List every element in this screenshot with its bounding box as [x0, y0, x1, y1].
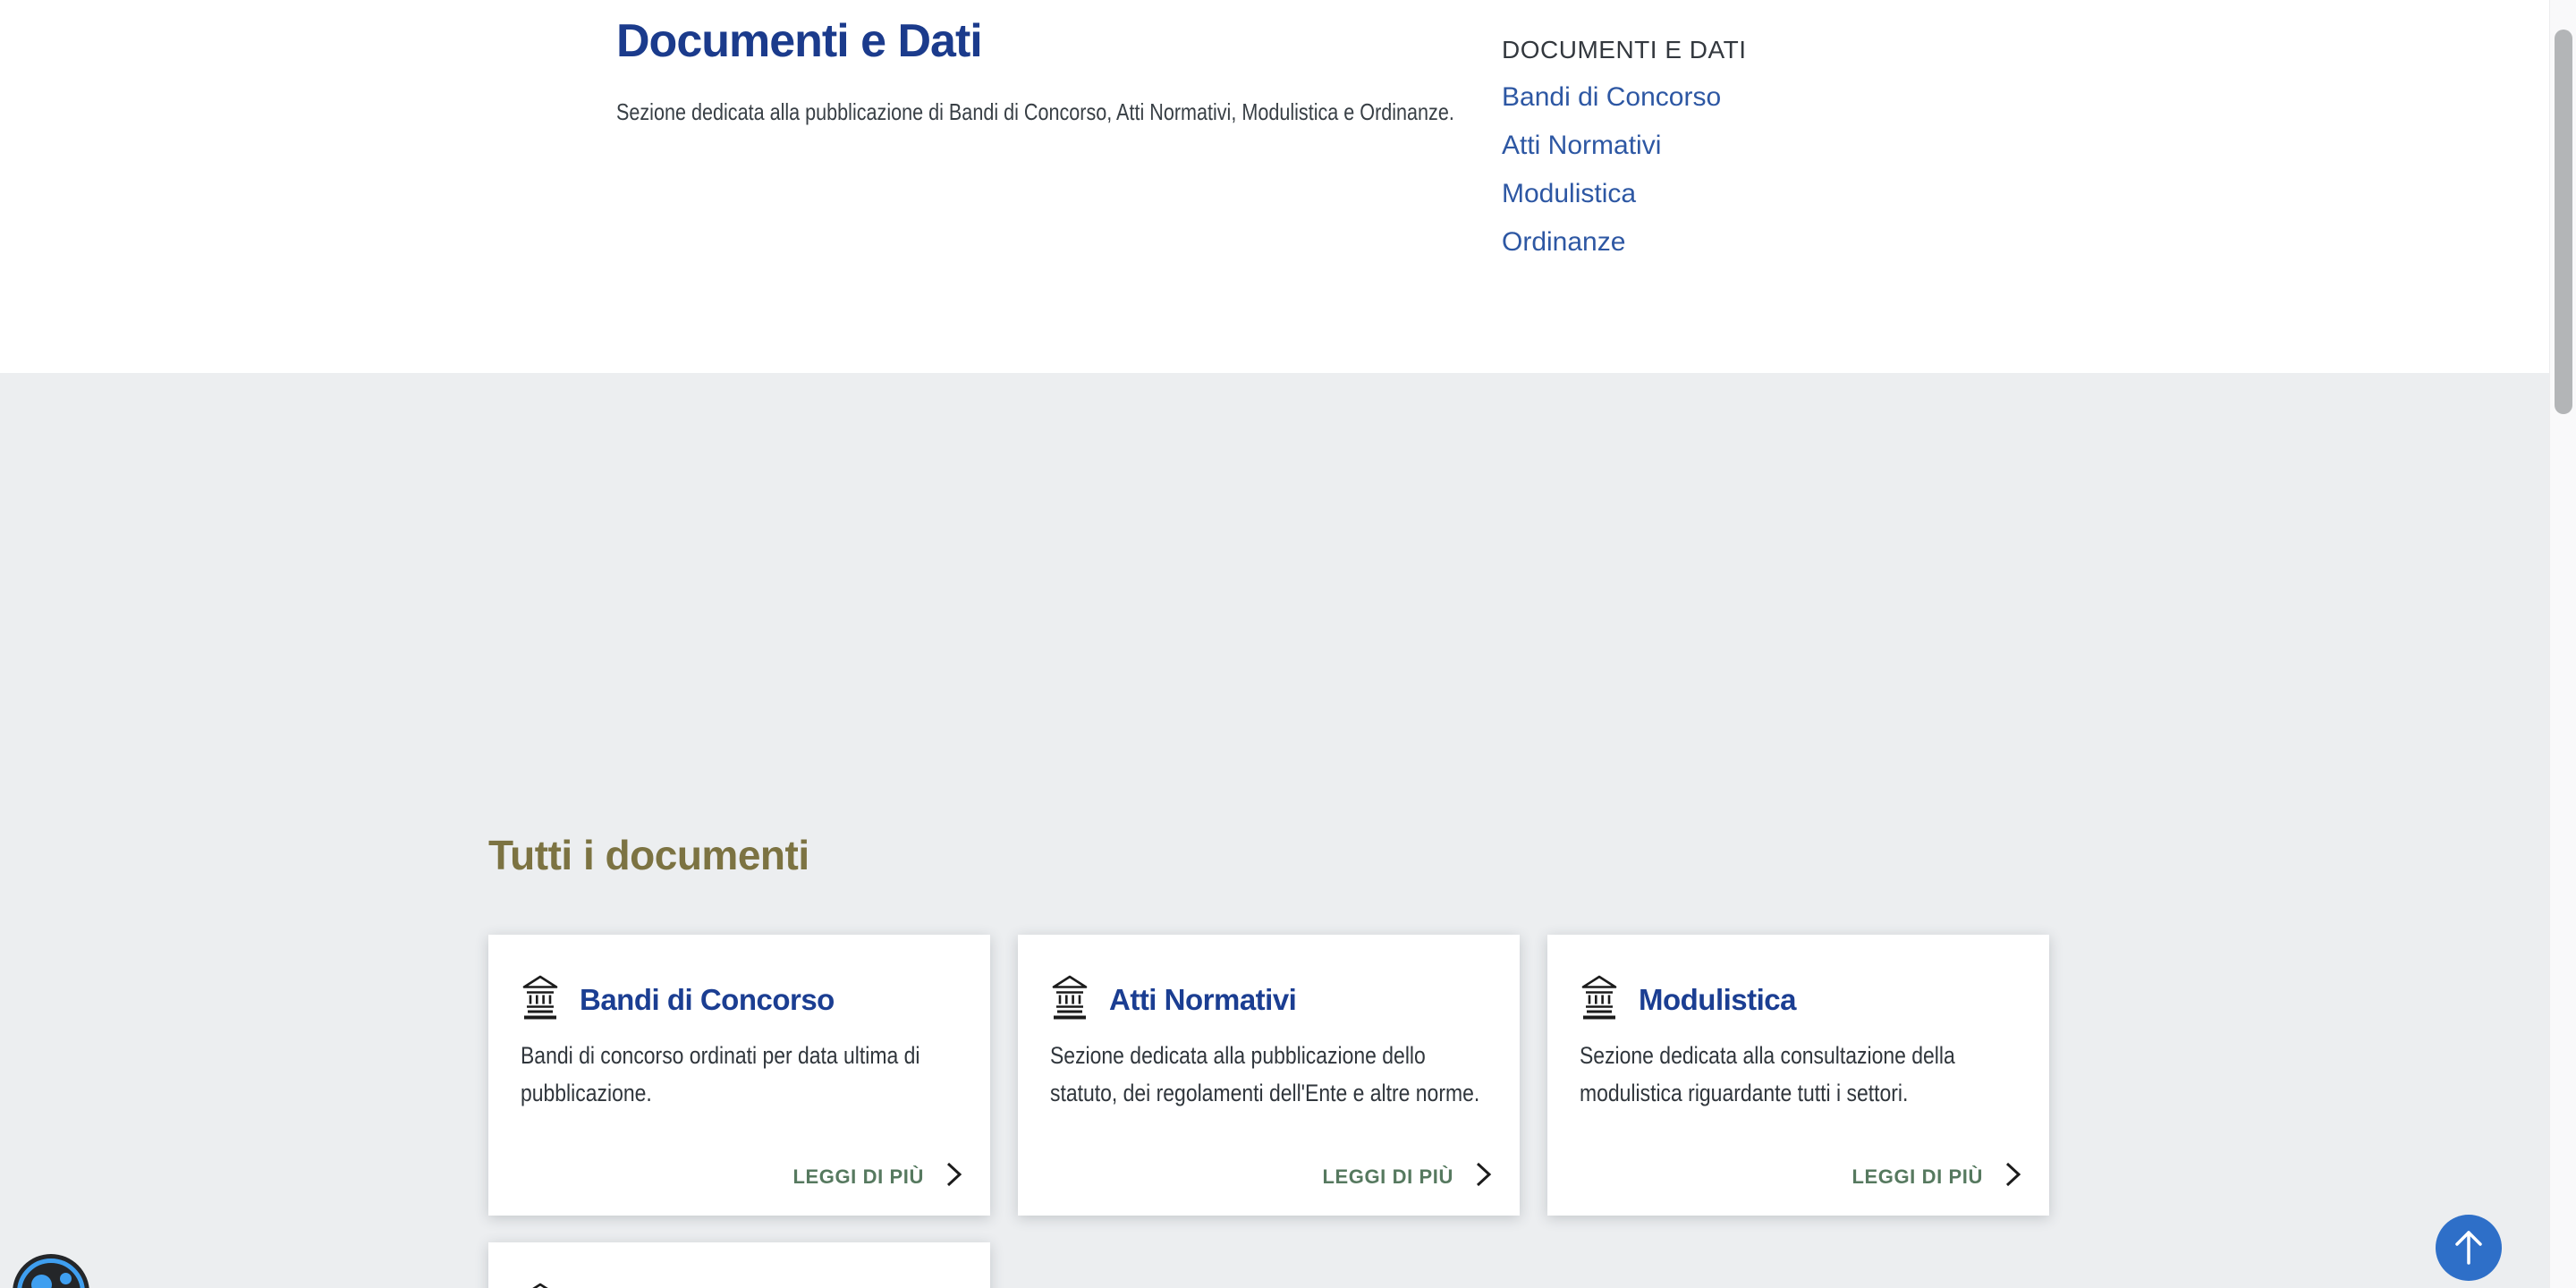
arrow-up-icon: [2451, 1227, 2487, 1269]
menu-link-ordinanze[interactable]: Ordinanze: [1502, 229, 1877, 256]
card-description: Sezione dedicata alla pubblicazione dell…: [1050, 1037, 1495, 1112]
card-ordinanze[interactable]: Ordinanze Sezione dedicata alla consulta…: [488, 1242, 990, 1288]
card-header: Ordinanze: [521, 1282, 720, 1288]
hero-section: Documenti e Dati Sezione dedicata alla p…: [0, 0, 2576, 373]
card-header: Atti Normativi: [1050, 974, 1296, 1025]
card-bandi-di-concorso[interactable]: Bandi di Concorso Bandi di concorso ordi…: [488, 935, 990, 1216]
card-header: Modulistica: [1580, 974, 1796, 1025]
cards-grid: Bandi di Concorso Bandi di concorso ordi…: [488, 935, 2049, 1288]
section-menu: DOCUMENTI E DATI Bandi di Concorso Atti …: [1502, 36, 1877, 277]
scrollbar-thumb[interactable]: [2555, 30, 2572, 414]
card-title: Modulistica: [1639, 983, 1796, 1017]
documents-section-title: Tutti i documenti: [488, 831, 809, 879]
documents-section: Tutti i documenti: [0, 373, 2576, 1288]
scrollbar-track[interactable]: [2549, 0, 2576, 1288]
bank-icon: [1050, 974, 1089, 1025]
chevron-right-icon: [945, 1161, 963, 1192]
read-more-link[interactable]: LEGGI DI PIÙ: [1852, 1161, 2022, 1192]
read-more-label: LEGGI DI PIÙ: [1322, 1165, 1453, 1189]
card-modulistica[interactable]: Modulistica Sezione dedicata alla consul…: [1547, 935, 2049, 1216]
bank-icon: [521, 974, 560, 1025]
page-title: Documenti e Dati: [616, 14, 982, 68]
chevron-right-icon: [1475, 1161, 1493, 1192]
section-menu-header: DOCUMENTI E DATI: [1502, 36, 1877, 64]
read-more-label: LEGGI DI PIÙ: [1852, 1165, 1983, 1189]
card-atti-normativi[interactable]: Atti Normativi Sezione dedicata alla pub…: [1018, 935, 1520, 1216]
read-more-label: LEGGI DI PIÙ: [792, 1165, 924, 1189]
card-title: Atti Normativi: [1109, 983, 1296, 1017]
menu-link-bandi-di-concorso[interactable]: Bandi di Concorso: [1502, 84, 1877, 111]
bank-icon: [521, 1282, 560, 1288]
bank-icon: [1580, 974, 1619, 1025]
menu-link-atti-normativi[interactable]: Atti Normativi: [1502, 132, 1877, 159]
read-more-link[interactable]: LEGGI DI PIÙ: [792, 1161, 963, 1192]
chevron-right-icon: [2004, 1161, 2022, 1192]
card-title: Bandi di Concorso: [580, 983, 835, 1017]
read-more-link[interactable]: LEGGI DI PIÙ: [1322, 1161, 1493, 1192]
scroll-to-top-button[interactable]: [2436, 1215, 2502, 1281]
card-header: Bandi di Concorso: [521, 974, 835, 1025]
menu-link-modulistica[interactable]: Modulistica: [1502, 181, 1877, 208]
page-subtitle: Sezione dedicata alla pubblicazione di B…: [616, 92, 1478, 131]
card-description: Bandi di concorso ordinati per data ulti…: [521, 1037, 965, 1112]
card-description: Sezione dedicata alla consultazione dell…: [1580, 1037, 2024, 1112]
